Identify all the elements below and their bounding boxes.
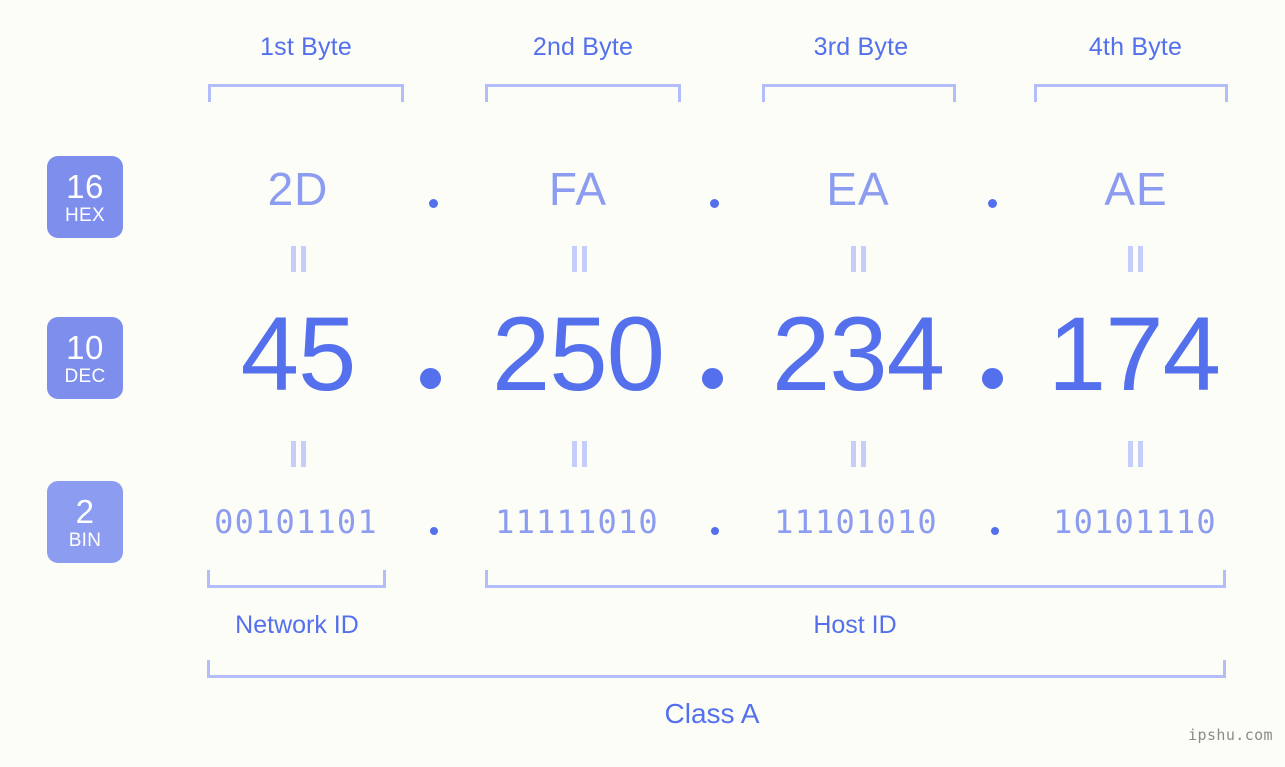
equals-marker-hex-dec-1: [291, 246, 306, 272]
byte-bracket-1: [208, 84, 404, 102]
dec-separator-dot-1: [420, 368, 441, 389]
hex-byte-4: AE: [1104, 163, 1168, 215]
byte-bracket-2: [485, 84, 681, 102]
host-id-caption: Host ID: [813, 611, 897, 639]
network-id-bracket: [207, 570, 386, 588]
dec-separator-dot-2: [702, 368, 723, 389]
radix-badge-bin-label: BIN: [68, 529, 102, 551]
byte-header-label-3: 3rd Byte: [813, 33, 909, 61]
dec-byte-4: 174: [1047, 296, 1221, 413]
radix-badge-dec-number: 10: [66, 328, 104, 366]
bin-separator-dot-1: [430, 527, 438, 535]
class-bracket: [207, 660, 1226, 678]
radix-badge-bin-number: 2: [75, 492, 95, 530]
equals-marker-dec-bin-2: [572, 441, 587, 467]
dec-separator-dot-3: [982, 368, 1003, 389]
dec-byte-1: 45: [240, 296, 357, 413]
dec-byte-3: 234: [771, 296, 945, 413]
hex-byte-1: 2D: [267, 163, 329, 215]
hex-separator-dot-3: [988, 199, 997, 208]
equals-marker-hex-dec-3: [851, 246, 866, 272]
dec-byte-2: 250: [491, 296, 665, 413]
radix-badge-hex-number: 16: [66, 167, 104, 205]
network-id-caption: Network ID: [235, 611, 359, 639]
bin-byte-3: 11101010: [774, 503, 938, 541]
hex-separator-dot-1: [429, 199, 438, 208]
host-id-bracket: [485, 570, 1226, 588]
class-caption: Class A: [664, 698, 760, 729]
bin-separator-dot-2: [711, 527, 719, 535]
equals-marker-hex-dec-2: [572, 246, 587, 272]
site-watermark: ipshu.com: [1188, 726, 1273, 744]
byte-bracket-4: [1034, 84, 1228, 102]
radix-badge-hex: 16 HEX: [47, 156, 123, 238]
byte-header-label-4: 4th Byte: [1088, 33, 1183, 61]
hex-byte-3: EA: [826, 163, 890, 215]
radix-badge-bin: 2 BIN: [47, 481, 123, 563]
radix-badge-dec-label: DEC: [64, 365, 106, 387]
byte-header-label-1: 1st Byte: [260, 33, 352, 61]
equals-marker-hex-dec-4: [1128, 246, 1143, 272]
ip-breakdown-diagram: 1st Byte 2nd Byte 3rd Byte 4th Byte 16 H…: [0, 0, 1285, 767]
bin-byte-2: 11111010: [495, 503, 659, 541]
equals-marker-dec-bin-3: [851, 441, 866, 467]
bin-byte-1: 00101101: [214, 503, 378, 541]
byte-header-label-2: 2nd Byte: [532, 33, 634, 61]
bin-separator-dot-3: [991, 527, 999, 535]
hex-separator-dot-2: [710, 199, 719, 208]
hex-byte-2: FA: [548, 163, 608, 215]
radix-badge-dec: 10 DEC: [47, 317, 123, 399]
radix-badge-hex-label: HEX: [65, 204, 105, 226]
byte-bracket-3: [762, 84, 956, 102]
equals-marker-dec-bin-4: [1128, 441, 1143, 467]
equals-marker-dec-bin-1: [291, 441, 306, 467]
bin-byte-4: 10101110: [1053, 503, 1217, 541]
